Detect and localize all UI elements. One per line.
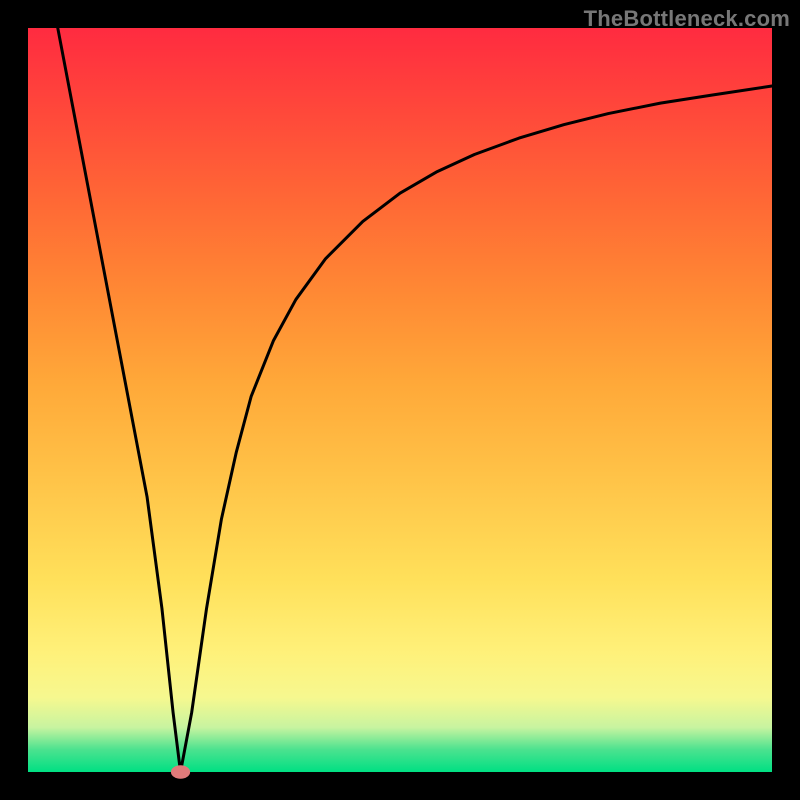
chart-svg: [28, 28, 772, 772]
plot-area: [28, 28, 772, 772]
min-marker: [171, 765, 190, 779]
watermark-text: TheBottleneck.com: [584, 6, 790, 32]
bottleneck-curve: [58, 28, 772, 772]
chart-frame: TheBottleneck.com: [0, 0, 800, 800]
